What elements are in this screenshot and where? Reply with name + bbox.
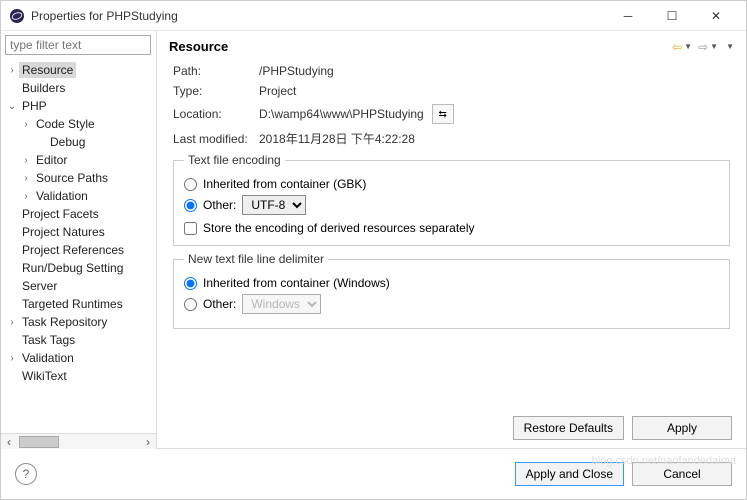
scroll-right-icon[interactable]: › [140,435,156,449]
tree-item[interactable]: ›Task Repository [1,313,156,331]
tree-item-label: Debug [47,134,88,150]
apply-button[interactable]: Apply [632,416,732,440]
delimiter-inherited-radio[interactable] [184,277,197,290]
cancel-button[interactable]: Cancel [632,462,732,486]
close-button[interactable]: ✕ [694,2,738,30]
encoding-inherited-radio[interactable] [184,178,197,191]
delimiter-legend: New text file line delimiter [184,252,328,266]
forward-icon[interactable]: ⇨ [698,40,708,54]
tree-item[interactable]: ⌄PHP [1,97,156,115]
bottom-bar: ? Apply and Close Cancel [1,449,746,499]
tree-item[interactable]: WikiText [1,367,156,385]
back-icon[interactable]: ⇦ [672,40,682,54]
tree-item-label: Code Style [33,116,98,132]
tree-item-label: Project References [19,242,127,258]
type-label: Type: [173,84,259,98]
tree-item[interactable]: Run/Debug Setting [1,259,156,277]
window-title: Properties for PHPStudying [31,9,606,23]
encoding-other-label: Other: [203,198,236,212]
titlebar: Properties for PHPStudying ─ ☐ ✕ [1,1,746,31]
maximize-button[interactable]: ☐ [650,2,694,30]
forward-menu-icon[interactable]: ▼ [710,42,718,51]
path-value: /PHPStudying [259,64,334,78]
tree-item[interactable]: Server [1,277,156,295]
expand-icon[interactable]: › [5,65,19,76]
location-label: Location: [173,107,259,121]
back-menu-icon[interactable]: ▼ [684,42,692,51]
expand-icon[interactable]: › [19,191,33,202]
path-label: Path: [173,64,259,78]
tree-item[interactable]: Project Facets [1,205,156,223]
type-value: Project [259,84,296,98]
restore-defaults-button[interactable]: Restore Defaults [513,416,624,440]
expand-icon[interactable]: › [5,317,19,328]
eclipse-icon [9,8,25,24]
tree-item-label: Task Tags [19,332,78,348]
tree-item[interactable]: Debug [1,133,156,151]
tree-item-label: Task Repository [19,314,110,330]
delimiter-select: Windows [242,294,321,314]
tree-item-label: Validation [19,350,77,366]
show-in-explorer-button[interactable]: ⇆ [432,104,454,124]
delimiter-other-label: Other: [203,297,236,311]
tree-item-label: Builders [19,80,68,96]
tree-item[interactable]: ›Validation [1,349,156,367]
tree-item-label: Project Natures [19,224,108,240]
expand-icon[interactable]: › [19,173,33,184]
filter-input[interactable] [5,35,151,55]
expand-icon[interactable]: › [19,155,33,166]
delimiter-group: New text file line delimiter Inherited f… [173,252,730,329]
encoding-other-radio[interactable] [184,199,197,212]
encoding-select[interactable]: UTF-8 [242,195,306,215]
store-encoding-checkbox[interactable] [184,222,197,235]
tree-item[interactable]: Project Natures [1,223,156,241]
tree-item[interactable]: ›Resource [1,61,156,79]
tree-item-label: Run/Debug Setting [19,260,126,276]
scroll-left-icon[interactable]: ‹ [1,435,17,449]
encoding-inherited-label: Inherited from container (GBK) [203,177,366,191]
nav-toolbar: ⇦ ▼ ⇨ ▼ ▼ [672,40,734,54]
delimiter-other-radio[interactable] [184,298,197,311]
tree-item[interactable]: ›Code Style [1,115,156,133]
apply-and-close-button[interactable]: Apply and Close [515,462,624,486]
tree-item[interactable]: ›Validation [1,187,156,205]
tree-item-label: WikiText [19,368,70,384]
tree-item-label: Server [19,278,60,294]
tree-item[interactable]: Task Tags [1,331,156,349]
tree-item-label: Validation [33,188,91,204]
tree-item-label: PHP [19,98,50,114]
tree-item[interactable]: ›Source Paths [1,169,156,187]
help-icon[interactable]: ? [15,463,37,485]
tree-item[interactable]: ›Editor [1,151,156,169]
tree-item-label: Targeted Runtimes [19,296,126,312]
horizontal-scrollbar[interactable]: ‹ › [1,433,156,449]
lastmod-label: Last modified: [173,132,259,146]
store-encoding-label: Store the encoding of derived resources … [203,221,475,235]
encoding-legend: Text file encoding [184,153,285,167]
delimiter-inherited-label: Inherited from container (Windows) [203,276,390,290]
expand-icon[interactable]: › [5,353,19,364]
tree-item-label: Source Paths [33,170,111,186]
content-panel: Resource ⇦ ▼ ⇨ ▼ ▼ Path:/PHPStudying Typ… [157,31,746,449]
minimize-button[interactable]: ─ [606,2,650,30]
location-value: D:\wamp64\www\PHPStudying [259,107,424,121]
tree-item[interactable]: Project References [1,241,156,259]
view-menu-icon[interactable]: ▼ [726,42,734,51]
scroll-thumb[interactable] [19,436,59,448]
page-title: Resource [169,39,672,54]
tree-item[interactable]: Targeted Runtimes [1,295,156,313]
tree-item-label: Resource [19,62,76,78]
tree-item-label: Editor [33,152,70,168]
tree-item-label: Project Facets [19,206,102,222]
expand-icon[interactable]: ⌄ [5,101,19,112]
tree: ›ResourceBuilders⌄PHP›Code StyleDebug›Ed… [1,59,156,433]
sidebar: ›ResourceBuilders⌄PHP›Code StyleDebug›Ed… [1,31,157,449]
expand-icon[interactable]: › [19,119,33,130]
tree-item[interactable]: Builders [1,79,156,97]
encoding-group: Text file encoding Inherited from contai… [173,153,730,246]
lastmod-value: 2018年11月28日 下午4:22:28 [259,130,415,147]
